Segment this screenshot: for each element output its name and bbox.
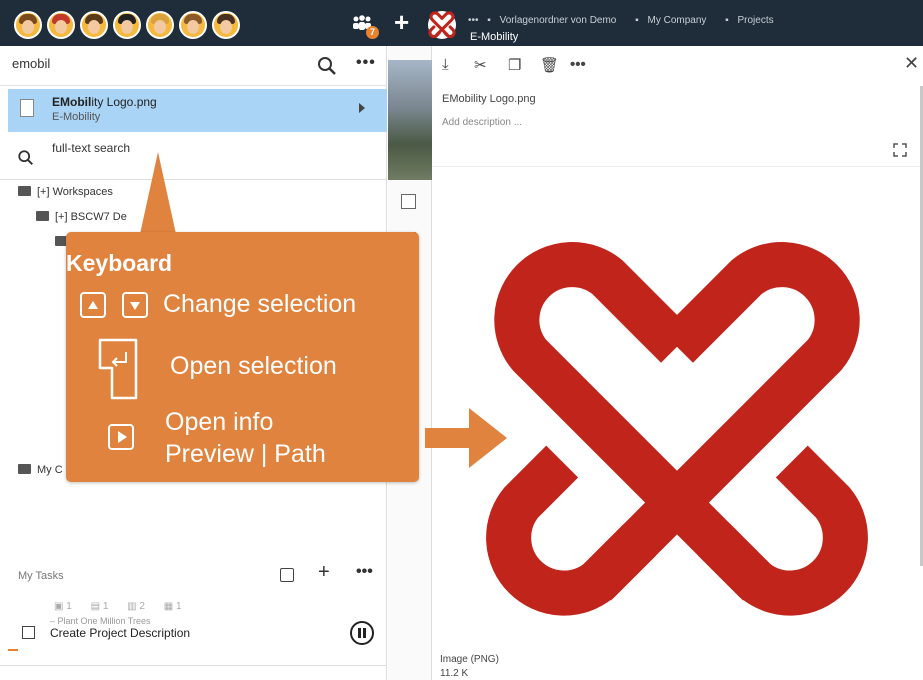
enter-key-icon (98, 338, 138, 400)
delete-icon[interactable]: 🗑 (540, 56, 559, 74)
tree-item-workspaces[interactable]: [+] Workspaces (18, 186, 113, 198)
file-type: Image (PNG) (440, 654, 499, 665)
breadcrumb-item[interactable]: Vorlagenordner von Demo (500, 15, 617, 26)
tree-item-bscw[interactable]: [+] BSCW7 De (36, 211, 127, 223)
callout-pointer (140, 152, 176, 234)
folder-icon (36, 211, 49, 221)
avatar[interactable] (80, 11, 108, 39)
more-icon[interactable]: ••• (570, 56, 586, 73)
emobility-logo-image (486, 242, 868, 616)
breadcrumb: ••• ▪ Vorlagenordner von Demo ▪ My Compa… (468, 15, 780, 26)
callout-arrow-icon (425, 408, 507, 468)
task-checkbox[interactable] (22, 626, 35, 639)
arrow-right-key-icon (108, 424, 134, 450)
divider (0, 665, 387, 666)
file-size: 11.2 K (440, 668, 469, 679)
attachment-count: ▣ 1 (54, 601, 72, 612)
notification-badge: 7 (366, 26, 379, 39)
task-filter-icon[interactable] (280, 568, 294, 582)
folder-icon: ▪ (635, 15, 639, 26)
task-project: – Plant One Million Trees (50, 616, 151, 626)
fulltext-search-label: full-text search (52, 141, 131, 155)
description-field[interactable]: Add description ... (442, 117, 522, 128)
more-icon[interactable]: ••• (356, 54, 376, 72)
row-checkbox[interactable] (401, 194, 416, 209)
folder-icon: ▪ (487, 15, 491, 26)
arrow-down-key-icon (122, 292, 148, 318)
copy-icon[interactable]: ❐ (508, 56, 521, 74)
document-count: ▥ 2 (127, 601, 145, 612)
avatar[interactable] (47, 11, 75, 39)
breadcrumb-item[interactable]: Projects (738, 15, 774, 26)
page-title: E-Mobility (470, 31, 519, 43)
result-name: EMobility Logo.png (52, 95, 157, 109)
tasks-header: My Tasks (18, 570, 64, 582)
avatar[interactable] (212, 11, 240, 39)
breadcrumb-item[interactable]: My Company (647, 15, 706, 26)
open-info-label: Open info (165, 408, 274, 436)
pause-icon[interactable] (350, 621, 374, 645)
add-task-icon[interactable]: + (318, 561, 330, 584)
folder-icon: ▪ (725, 15, 729, 26)
search-icon (18, 150, 34, 166)
detail-panel: ⤓ ✂ ❐ 🗑 ••• ✕ EMobility Logo.png Add des… (432, 46, 923, 680)
workspace-icon (18, 186, 31, 196)
thumbnail (388, 60, 432, 180)
result-location: E-Mobility (52, 111, 101, 123)
search-input[interactable] (12, 56, 302, 71)
preview-path-label: Preview | Path (165, 440, 326, 468)
avatar[interactable] (179, 11, 207, 39)
note-count: ▦ 1 (163, 601, 182, 612)
task-progress (8, 649, 18, 651)
add-icon[interactable]: + (394, 8, 409, 36)
task-name[interactable]: Create Project Description (50, 626, 190, 640)
callout-title: Keyboard (66, 250, 173, 276)
arrow-up-key-icon (80, 292, 106, 318)
avatar[interactable] (14, 11, 42, 39)
open-selection-label: Open selection (170, 352, 337, 380)
comment-count: ▤ 1 (90, 601, 109, 612)
change-selection-label: Change selection (163, 290, 357, 318)
top-bar: 7 + ••• ▪ Vorlagenordner von Demo ▪ My C… (0, 0, 923, 46)
breadcrumb-more[interactable]: ••• (468, 15, 479, 26)
divider (432, 166, 923, 167)
folder-icon (18, 464, 31, 474)
more-icon[interactable]: ••• (356, 563, 373, 581)
workspace-logo-icon[interactable] (428, 11, 456, 39)
detail-file-name: EMobility Logo.png (442, 93, 536, 105)
tree-item-my[interactable]: My C (18, 464, 63, 476)
task-counts: ▣ 1 ▤ 1 ▥ 2 ▦ 1 (54, 601, 198, 612)
keyboard-help-callout: Keyboard Change selection Open selection… (66, 232, 419, 482)
fulltext-search-item[interactable]: full-text search (0, 134, 387, 180)
cut-icon[interactable]: ✂ (474, 56, 487, 74)
avatar[interactable] (113, 11, 141, 39)
search-icon[interactable] (317, 56, 337, 76)
expand-arrow-icon[interactable] (359, 103, 365, 113)
download-icon[interactable]: ⤓ (442, 56, 449, 73)
search-result-item[interactable]: EMobility Logo.png E-Mobility (8, 89, 387, 132)
file-icon (20, 99, 34, 117)
search-bar: ••• (0, 46, 387, 86)
fullscreen-icon[interactable] (893, 143, 907, 157)
avatar[interactable] (146, 11, 174, 39)
close-icon[interactable]: ✕ (904, 53, 919, 74)
